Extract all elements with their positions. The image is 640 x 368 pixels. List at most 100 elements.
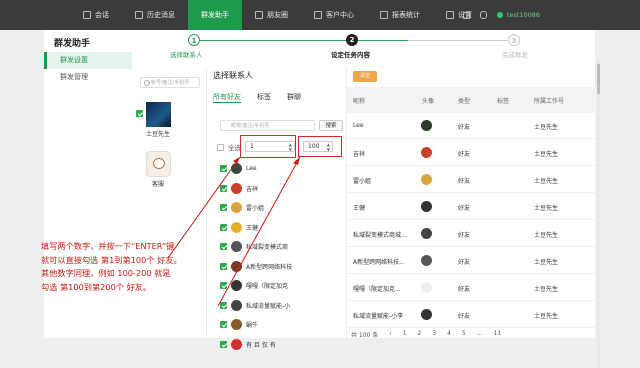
nav-chat[interactable]: 会话 (70, 0, 122, 30)
row-avatar (421, 120, 432, 131)
nav-reports[interactable]: 报表统计 (367, 0, 433, 30)
annotation-text: 填写两个数字，并按一下“ENTER”键 就可以直接勾选 第1到第100个 好友。… (41, 241, 182, 292)
contact-checkbox[interactable] (220, 184, 227, 192)
contact-list-item[interactable]: 私域流量赋能-小 (220, 296, 345, 316)
table-cell: Lee (353, 122, 364, 129)
contact-name: 嘎嘎（限定加克 (246, 283, 289, 291)
row-avatar (421, 174, 432, 185)
table-cell: 土豆先生 (534, 232, 559, 239)
table-cell: 好友 (458, 178, 471, 185)
account-name[interactable]: 土豆先生 (138, 129, 178, 138)
tab-all-friends[interactable]: 所有好友 (213, 92, 241, 103)
table-cell: 王健 (353, 205, 366, 212)
contact-name: 私域裂变模式商 (246, 244, 289, 252)
account-search-input[interactable]: 帐号/备注/手机号 (140, 77, 200, 88)
table-cell: 好友 (458, 124, 471, 131)
contact-name: Lee (246, 165, 257, 173)
contact-search-input[interactable]: 昵称/备注/手机号 (220, 120, 315, 131)
step-progress: 1 选择联系人 2 设定任务内容 3 完成群发 (168, 34, 548, 60)
table-row[interactable]: 雷小姐 好友 土豆先生 (347, 167, 596, 193)
table-cell: 土豆先生 (534, 151, 559, 158)
contact-checkbox[interactable] (220, 204, 227, 212)
selected-table: 清空 昵称 头像 类型 标签 所属工作号 Lee 好友 土豆先生 吉祥 好友 土豆先生 雷小… (346, 68, 596, 339)
contact-avatar (231, 338, 242, 350)
contacts-title: 选择联系人 (213, 71, 253, 80)
contact-selector: 选择联系人 所有好友 标签 群聊 昵称/备注/手机号 搜索 全选 1 ▲ ▼ 100… (206, 68, 346, 350)
sidebar-item-mass-manage[interactable]: 群发管理 (44, 69, 132, 86)
nav-mass-send[interactable]: 群发助手 (188, 0, 242, 30)
table-row[interactable]: 私域裂变模式商城... 好友 土豆先生 (347, 221, 596, 247)
contact-checkbox[interactable] (220, 321, 227, 329)
contact-checkbox[interactable] (220, 340, 227, 348)
sidebar-item-mass-settings[interactable]: 群发设置 (44, 52, 132, 69)
contact-list-item[interactable]: 王健 (220, 218, 345, 238)
contact-avatar (231, 182, 242, 194)
contact-list-item[interactable]: 有 且 仅 有 (220, 335, 345, 355)
col-avatar: 头像 (422, 98, 435, 105)
table-cell: 嘎嘎（限定加克... (353, 286, 401, 293)
table-row[interactable]: 王健 好友 土豆先生 (347, 194, 596, 220)
table-row[interactable]: Lee 好友 土豆先生 (347, 113, 596, 139)
contact-checkbox[interactable] (220, 223, 227, 231)
contact-name: A新型跨网络科技 (246, 263, 293, 271)
table-cell: 土豆先生 (534, 259, 559, 266)
table-cell: A新型跨网络科技... (353, 259, 405, 266)
contact-avatar (231, 163, 242, 175)
select-all-checkbox[interactable] (217, 143, 224, 151)
contact-checkbox[interactable] (220, 301, 227, 309)
moments-icon (255, 11, 263, 19)
contact-name: 私域流量赋能-小 (246, 302, 291, 310)
table-cell: 吉祥 (353, 151, 366, 158)
customer-icon (314, 11, 322, 19)
report-icon (380, 11, 388, 19)
table-row[interactable]: 嘎嘎（限定加克... 好友 土豆先生 (347, 275, 596, 301)
contact-name: 蜗牛 (246, 322, 259, 330)
account-checkbox[interactable] (136, 110, 143, 117)
contact-name: 吉祥 (246, 185, 259, 193)
contact-list-item[interactable]: 吉祥 (220, 179, 345, 199)
account-name[interactable]: 客服 (138, 179, 178, 188)
table-cell: 土豆先生 (534, 124, 559, 131)
database-icon[interactable] (479, 11, 487, 19)
row-avatar (421, 255, 432, 266)
col-type: 类型 (458, 98, 471, 105)
table-cell: 好友 (458, 313, 471, 320)
row-avatar (421, 201, 432, 212)
contact-list-item[interactable]: Lee (220, 159, 345, 179)
contact-search-button[interactable]: 搜索 (319, 120, 343, 131)
contact-checkbox[interactable] (220, 165, 227, 173)
table-header: 昵称 头像 类型 标签 所属工作号 (347, 87, 596, 113)
chat-icon (83, 11, 91, 19)
row-avatar (421, 309, 432, 320)
contact-name: 雷小姐 (246, 205, 265, 213)
user-menu[interactable]: test10086 (496, 11, 540, 19)
contact-name: 有 且 仅 有 (246, 341, 276, 349)
gear-icon (446, 11, 454, 19)
col-nickname: 昵称 (353, 98, 366, 105)
col-workaccount: 所属工作号 (534, 98, 565, 105)
table-row[interactable]: A新型跨网络科技... 好友 土豆先生 (347, 248, 596, 274)
contact-list-item[interactable]: 雷小姐 (220, 198, 345, 218)
scrollbar[interactable] (597, 60, 600, 368)
tab-groups[interactable]: 群聊 (287, 92, 301, 103)
table-cell: 土豆先生 (534, 178, 559, 185)
table-cell: 好友 (458, 259, 471, 266)
account-column: 帐号/备注/手机号 土豆先生 客服 (132, 68, 206, 338)
table-cell: 私域裂变模式商城... (353, 232, 407, 239)
nav-history[interactable]: 历史消息 (122, 0, 188, 30)
lock-icon[interactable] (462, 11, 470, 19)
contact-avatar (231, 299, 242, 311)
contact-avatar (231, 221, 242, 233)
contact-list-item[interactable]: 蜗牛 (220, 315, 345, 335)
tab-labels[interactable]: 标签 (257, 92, 271, 103)
step-2-circle: 2 (346, 34, 358, 46)
nav-moments[interactable]: 朋友圈 (242, 0, 301, 30)
table-row[interactable]: 吉祥 好友 土豆先生 (347, 140, 596, 166)
clear-button[interactable]: 清空 (353, 71, 377, 82)
step-3-label: 完成群发 (502, 51, 528, 59)
top-right-tools: test10086 (462, 0, 540, 30)
table-row[interactable]: 私域流量赋能-小李 好友 土豆先生 (347, 302, 596, 328)
nav-customers[interactable]: 客户中心 (301, 0, 367, 30)
table-cell: 土豆先生 (534, 205, 559, 212)
table-cell: 土豆先生 (534, 313, 559, 320)
